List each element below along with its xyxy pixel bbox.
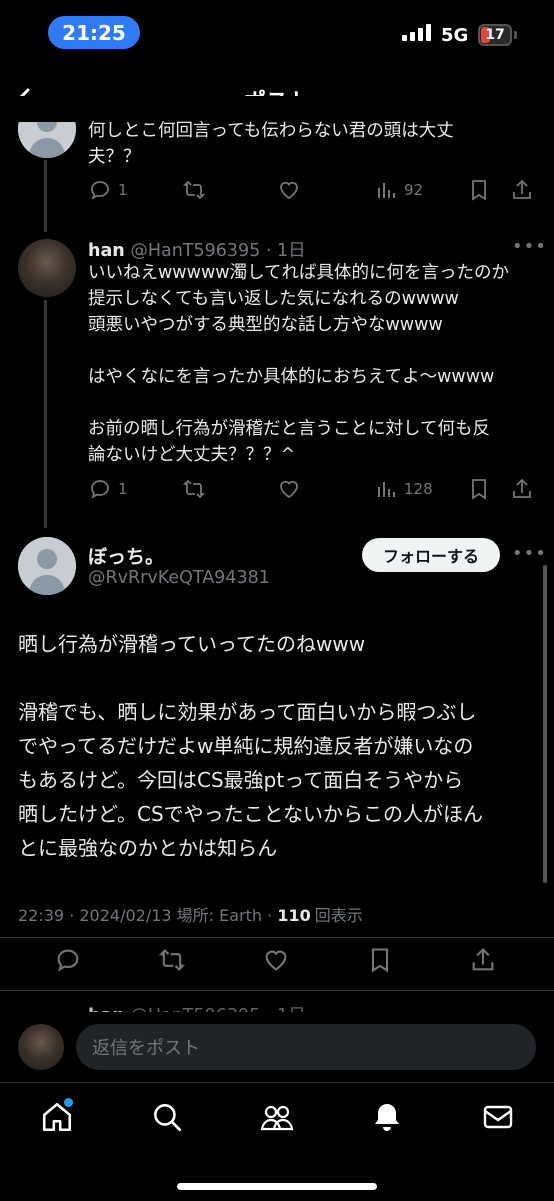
signal-icon — [402, 24, 431, 41]
battery-icon: 17 — [478, 24, 512, 46]
reply-button[interactable]: 1 — [88, 477, 128, 501]
network-label: 5G — [441, 25, 469, 46]
bookmark-icon[interactable] — [467, 178, 491, 202]
bell-icon — [375, 1104, 399, 1131]
mail-icon — [483, 1105, 513, 1129]
reply-count: 1 — [118, 480, 128, 498]
repost-button[interactable] — [182, 178, 206, 202]
more-options-icon[interactable]: ••• — [512, 236, 547, 257]
reply-button[interactable]: 1 — [88, 178, 128, 202]
tab-notifications[interactable] — [371, 1100, 403, 1134]
scrollbar[interactable] — [543, 565, 547, 883]
reply-count: 1 — [118, 181, 128, 199]
avatar[interactable] — [18, 537, 76, 595]
more-options-icon[interactable]: ••• — [512, 543, 547, 564]
tab-home[interactable] — [40, 1098, 74, 1134]
tab-messages[interactable] — [482, 1102, 514, 1132]
avatar[interactable] — [18, 1024, 64, 1070]
view-count: 92 — [404, 181, 424, 199]
tab-communities[interactable] — [259, 1100, 295, 1134]
follow-button[interactable]: フォローする — [362, 538, 500, 572]
repost-button[interactable] — [182, 477, 206, 501]
avatar[interactable] — [18, 239, 76, 297]
people-icon — [260, 1105, 294, 1131]
share-icon[interactable] — [469, 946, 497, 974]
like-button[interactable] — [277, 477, 301, 501]
timestamp[interactable]: 1日 — [277, 241, 306, 261]
search-icon — [154, 1104, 182, 1132]
tweet-meta: 22:39 · 2024/02/13 場所: Earth · 110 回表示 — [18, 906, 363, 925]
home-indicator[interactable] — [177, 1183, 377, 1190]
notification-dot — [64, 1098, 73, 1107]
handle[interactable]: @RvRrvKeQTA94381 — [88, 568, 270, 588]
tweet-header: han @HanT596395 · 1日 — [88, 241, 306, 261]
reply-input[interactable]: 返信をポスト — [76, 1024, 536, 1070]
reply-button[interactable] — [54, 946, 82, 974]
handle[interactable]: @HanT596395 — [130, 241, 260, 261]
bookmark-icon[interactable] — [467, 477, 491, 501]
share-icon[interactable] — [510, 178, 534, 202]
tweet-text: いいねえwwwww濁してれば具体的に何を言ったのか 提示しなくても言い返した気に… — [88, 263, 510, 465]
repost-button[interactable] — [158, 946, 186, 974]
view-count: 110 — [277, 906, 311, 925]
main-tweet-text: 晒し行為が滑稽っていってたのねwww 滑稽でも、晒しに効果があって面白いから暇つ… — [18, 632, 484, 860]
status-time: 21:25 — [48, 16, 140, 49]
tweet-text: 何しとこ何回言っても伝わらない君の頭は大丈 夫？？ — [88, 121, 454, 167]
display-name[interactable]: ぼっち。 — [88, 542, 164, 569]
view-count: 128 — [404, 480, 433, 498]
tab-search[interactable] — [150, 1100, 184, 1134]
views-button[interactable]: 92 — [374, 178, 423, 202]
like-button[interactable] — [262, 946, 290, 974]
views-button[interactable]: 128 — [374, 477, 433, 501]
bookmark-icon[interactable] — [366, 946, 394, 974]
display-name[interactable]: han — [88, 241, 125, 261]
share-icon[interactable] — [510, 477, 534, 501]
like-button[interactable] — [277, 178, 301, 202]
battery-level: 17 — [485, 27, 505, 43]
